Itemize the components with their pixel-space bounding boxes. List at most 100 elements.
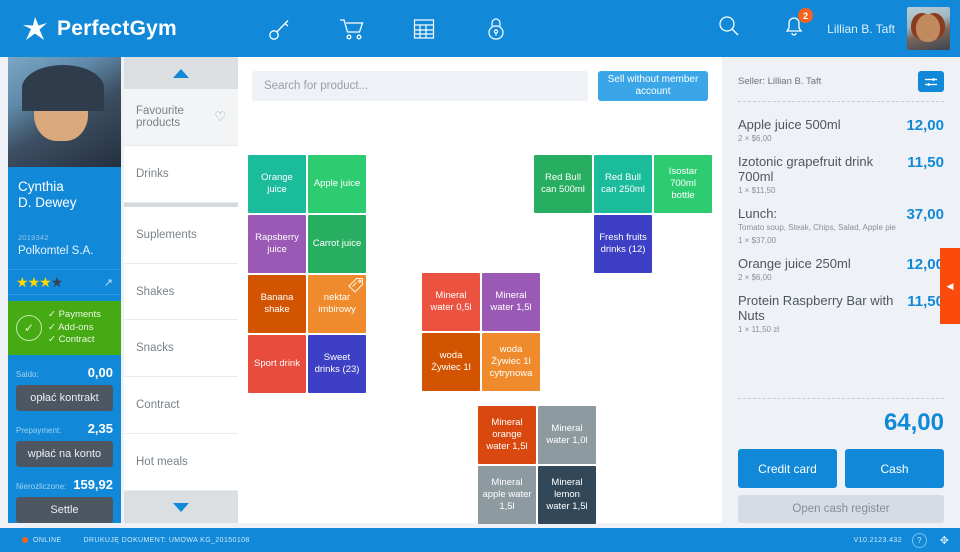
divider — [738, 398, 944, 399]
calendar-icon[interactable] — [409, 14, 439, 44]
cart-item-name: Protein Raspberry Bar with Nuts — [738, 292, 894, 323]
product-tile-label: Fresh fruits drinks (12) — [599, 232, 647, 255]
cart-item[interactable]: Izotonic grapefruit drink 700ml 1 × $11,5… — [738, 154, 944, 195]
cart-header: Seller: Lillian B. Taft — [738, 71, 944, 92]
cart-item-quantity: 2 × $6,00 — [738, 272, 772, 282]
notification-badge: 2 — [798, 8, 814, 23]
sidebar-item-shakes[interactable]: Shakes — [124, 264, 238, 321]
product-tile[interactable]: Mineral lemon water 1,5l — [538, 466, 596, 524]
product-tile[interactable]: nektar imbirowy — [308, 275, 366, 333]
balance-value: 159,92 — [73, 476, 113, 492]
brand-name: PerfectGym — [57, 16, 177, 40]
cart-item[interactable]: Protein Raspberry Bar with Nuts 1 × 11,50… — [738, 293, 944, 334]
product-tile-label: Mineral water 0,5l — [430, 290, 472, 313]
star-logo-icon — [22, 16, 48, 42]
sidebar-item-snacks[interactable]: Snacks — [124, 320, 238, 378]
product-tile-label: Mineral apple water 1,5l — [482, 477, 532, 512]
cart-item-name: Apple juice 500ml — [738, 117, 841, 132]
sidebar-item-hot-meals[interactable]: Hot meals — [124, 434, 238, 492]
search-icon[interactable] — [717, 14, 741, 43]
product-tile[interactable]: Mineral apple water 1,5l — [478, 466, 536, 524]
online-indicator-icon — [22, 537, 28, 543]
cart-item-price: 11,50 — [907, 292, 944, 310]
category-rail: Favourite products ♡ Drinks Suplements S… — [124, 57, 238, 524]
balance-label: Saldo: — [16, 369, 39, 379]
member-organization: Polkomtel S.A. — [18, 245, 94, 257]
category-label: Shakes — [136, 285, 175, 298]
product-tile-label: Orange juice — [261, 172, 293, 195]
sidebar-item-contract[interactable]: Contract — [124, 377, 238, 435]
product-tile[interactable]: Apple juice — [308, 155, 366, 213]
cart-seller-label: Seller: Lillian B. Taft — [738, 76, 822, 87]
header-nav — [265, 14, 511, 44]
product-tile[interactable]: Fresh fruits drinks (12) — [594, 215, 652, 273]
product-tile[interactable]: Red Bull can 250ml — [594, 155, 652, 213]
sidebar-item-drinks[interactable]: Drinks — [124, 146, 238, 203]
top-up-account-button[interactable]: wpłać na konto — [16, 440, 113, 467]
sliders-icon[interactable] — [918, 71, 944, 92]
member-rating[interactable]: ★ ★ ★ ★ ↗ — [8, 269, 121, 295]
product-tile[interactable]: Mineral water 0,5l — [422, 273, 480, 331]
product-tile-label: Mineral lemon water 1,5l — [546, 477, 588, 512]
balance-value: 2,35 — [87, 420, 113, 436]
brand-logo[interactable]: PerfectGym — [22, 16, 177, 42]
status-item-addons: ✓ Add-ons — [48, 321, 94, 333]
lock-icon[interactable] — [481, 14, 511, 44]
open-cash-register-button[interactable]: Open cash register — [738, 495, 944, 523]
product-tile-label: Red Bull can 500ml — [541, 172, 585, 195]
chevron-up-icon[interactable] — [124, 57, 238, 89]
sell-without-account-button[interactable]: Sell without member account — [598, 71, 708, 101]
category-label: Contract — [136, 399, 180, 412]
product-tile[interactable]: Rapsberry juice — [248, 215, 306, 273]
member-id: 2019342 — [18, 233, 49, 242]
credit-card-button[interactable]: Credit card — [738, 449, 837, 488]
key-icon[interactable] — [265, 14, 295, 44]
cart-item[interactable]: Apple juice 500ml 2 × $6,00 12,00 — [738, 117, 944, 143]
status-item-payments: ✓ Payments — [48, 309, 101, 320]
arrow-up-right-icon[interactable]: ↗ — [104, 276, 113, 289]
sidebar-item-favourite-products[interactable]: Favourite products ♡ — [124, 89, 238, 146]
member-photo[interactable] — [8, 57, 121, 167]
product-tile[interactable]: Sport drink — [248, 335, 306, 393]
star-icon: ★ — [39, 273, 52, 290]
sidebar-item-suplements[interactable]: Suplements — [124, 202, 238, 264]
app-header: PerfectGym 2 Lillian B. Taft — [0, 0, 960, 57]
product-tile[interactable]: Isostar 700ml bottle — [654, 155, 712, 213]
product-tile-label: Carrot juice — [312, 238, 362, 249]
product-tile[interactable]: woda Żywiec 1l cytrynowa — [482, 333, 540, 391]
chevron-down-icon[interactable] — [124, 491, 238, 524]
search-input[interactable] — [252, 71, 588, 101]
star-icon: ★ — [50, 273, 64, 290]
product-tile[interactable]: Red Bull can 500ml — [534, 155, 592, 213]
cart-item[interactable]: Orange juice 250ml 2 × $6,00 12,00 — [738, 256, 944, 282]
cart-item-price: 37,00 — [906, 206, 944, 223]
category-label: Suplements — [136, 228, 197, 241]
question-icon[interactable]: ? — [912, 532, 927, 548]
pay-contract-button[interactable]: opłać kontrakt — [16, 384, 113, 411]
product-tile[interactable]: woda Żywiec 1l — [422, 333, 480, 391]
product-tile[interactable]: Orange juice — [248, 155, 306, 213]
fullscreen-icon[interactable]: ✥ — [937, 533, 952, 548]
product-tile-label: Sweet drinks (23) — [314, 352, 360, 375]
product-tile[interactable]: Mineral water 1,0l — [538, 406, 596, 464]
product-tile[interactable]: Mineral orange water 1,5l — [478, 406, 536, 464]
balance-label: Nierozliczone: — [16, 481, 67, 491]
product-tile-label: Banana shake — [260, 292, 294, 315]
product-tile[interactable]: Mineral water 1,5l — [482, 273, 540, 331]
avatar[interactable] — [907, 7, 950, 50]
balance-unsettled: Nierozliczone: 159,92 Settle — [8, 467, 121, 523]
category-label: Snacks — [136, 342, 174, 355]
cart-panel: Seller: Lillian B. Taft Apple juice 500m… — [722, 57, 960, 523]
cash-button[interactable]: Cash — [845, 449, 944, 488]
product-tile[interactable]: Carrot juice — [308, 215, 366, 273]
notifications-button[interactable]: 2 — [783, 8, 814, 43]
product-tile-label: Mineral orange water 1,5l — [486, 417, 528, 452]
payment-buttons: Credit card Cash — [738, 449, 944, 488]
collapse-left-icon[interactable]: ◀ — [940, 248, 960, 324]
product-tile[interactable]: Banana shake — [248, 275, 306, 333]
cart-item-price: 11,50 — [907, 154, 944, 171]
settle-button[interactable]: Settle — [16, 496, 113, 523]
cart-icon[interactable] — [337, 14, 367, 44]
cart-item[interactable]: Lunch: Tomato soup, Steak, Chips, Salad, … — [738, 206, 944, 245]
product-tile[interactable]: Sweet drinks (23) — [308, 335, 366, 393]
